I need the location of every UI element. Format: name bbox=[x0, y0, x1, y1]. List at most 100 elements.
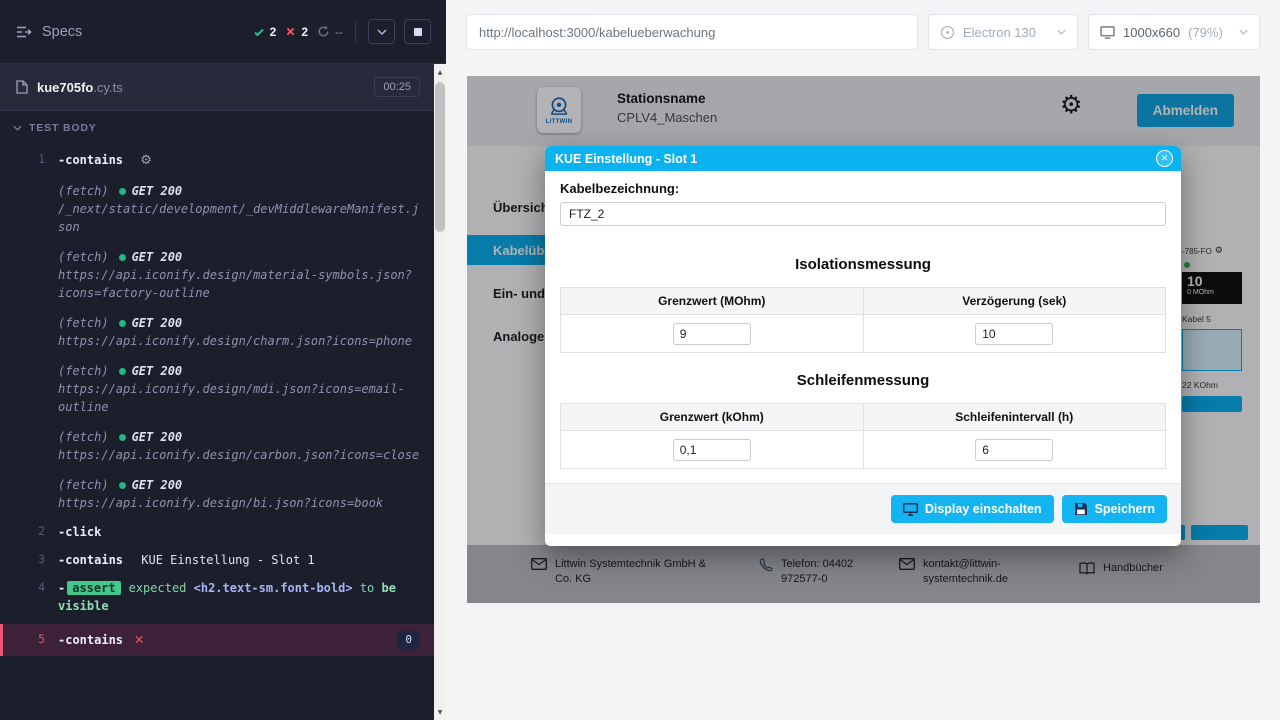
viewport-zoom: (79%) bbox=[1188, 25, 1223, 40]
assert-selector: <h2.text-sm.font-bold> bbox=[194, 581, 353, 595]
test-body-section[interactable]: TEST BODY bbox=[0, 111, 434, 144]
divider bbox=[355, 21, 356, 43]
fetch-url: https://api.iconify.design/bi.json?icons… bbox=[58, 494, 420, 512]
pending-stat: -- bbox=[317, 25, 343, 39]
stop-icon bbox=[414, 28, 422, 36]
browser-select[interactable]: Electron 130 bbox=[928, 14, 1078, 50]
scrollbar-thumb[interactable] bbox=[435, 82, 445, 232]
fetch-log-row[interactable]: (fetch)GET 200 https://api.iconify.desig… bbox=[0, 356, 434, 422]
status-dot-icon bbox=[119, 434, 126, 441]
element-count-badge: 0 bbox=[397, 631, 420, 649]
command-name: -contains bbox=[58, 153, 123, 167]
status-dot-icon bbox=[119, 320, 126, 327]
cypress-window: Specs 2 2 -- bbox=[0, 0, 1280, 720]
close-icon[interactable]: ✕ bbox=[1156, 150, 1173, 167]
fetch-badge: (fetch) bbox=[58, 478, 109, 492]
stop-run-button[interactable] bbox=[404, 19, 431, 44]
command-number: 4 bbox=[0, 579, 58, 596]
fetch-badge: (fetch) bbox=[58, 184, 109, 198]
command-row-contains-1[interactable]: 1 -contains ⚙ bbox=[0, 146, 434, 176]
fetch-log-row[interactable]: (fetch) GET 200 https://api.iconify.desig… bbox=[0, 470, 434, 518]
reporter-header: Specs 2 2 -- bbox=[0, 0, 446, 64]
command-number: 1 bbox=[0, 151, 58, 168]
viewport-select[interactable]: 1000x660 (79%) bbox=[1088, 14, 1260, 50]
chevron-down-icon bbox=[1239, 29, 1248, 35]
chevron-down-icon bbox=[1057, 29, 1066, 35]
column-header: Schleifenintervall (h) bbox=[863, 404, 1166, 431]
browser-name: Electron 130 bbox=[963, 25, 1036, 40]
stage-topbar: Electron 130 1000x660 (79%) bbox=[446, 0, 1280, 64]
spec-duration-badge: 00:25 bbox=[374, 77, 420, 97]
passed-stat: 2 bbox=[253, 25, 277, 39]
fetch-status: GET 200 bbox=[132, 478, 183, 492]
gear-icon: ⚙ bbox=[140, 153, 152, 168]
command-name: -click bbox=[58, 525, 101, 539]
command-row-contains-2[interactable]: 3 -contains KUE Einstellung - Slot 1 bbox=[0, 546, 434, 574]
save-label: Speichern bbox=[1095, 502, 1155, 516]
fetch-log-row[interactable]: (fetch)GET 200 https://api.iconify.desig… bbox=[0, 308, 434, 356]
iso-limit-input[interactable] bbox=[673, 323, 751, 345]
assert-message: expected bbox=[129, 581, 187, 595]
pending-count: -- bbox=[335, 25, 343, 39]
command-row-assert[interactable]: 4 -assertexpected <h2.text-sm.font-bold>… bbox=[0, 574, 434, 620]
status-dot-icon bbox=[119, 188, 126, 195]
fetch-log-row[interactable]: (fetch) GET 200 /_next/static/development… bbox=[0, 176, 434, 242]
fetch-status: GET 200 bbox=[132, 364, 183, 378]
modal-title-bar: KUE Einstellung - Slot 1 ✕ bbox=[545, 146, 1181, 171]
isolation-table: Grenzwert (MOhm) Verzögerung (sek) bbox=[560, 287, 1166, 353]
spec-basename: kue705fo bbox=[37, 80, 93, 95]
modal-body: Kabelbezeichnung: Isolationsmessung Gren… bbox=[545, 171, 1181, 469]
fetch-url: https://api.iconify.design/mdi.json?icon… bbox=[58, 380, 420, 416]
iso-delay-input[interactable] bbox=[975, 323, 1053, 345]
fetch-url: https://api.iconify.design/charm.json?ic… bbox=[58, 332, 420, 350]
fetch-url: https://api.iconify.design/material-symb… bbox=[58, 266, 420, 302]
loop-table: Grenzwert (kOhm) Schleifenintervall (h) bbox=[560, 403, 1166, 469]
spec-name: kue705fo.cy.ts bbox=[37, 80, 123, 95]
column-header: Verzögerung (sek) bbox=[863, 288, 1166, 315]
column-header: Grenzwert (MOhm) bbox=[561, 288, 864, 315]
cable-name-input[interactable] bbox=[560, 202, 1166, 226]
command-argument: KUE Einstellung - Slot 1 bbox=[141, 553, 314, 567]
fetch-url: /_next/static/development/_devMiddleware… bbox=[58, 200, 420, 236]
specs-nav[interactable]: Specs bbox=[16, 24, 82, 40]
spec-file-row[interactable]: kue705fo.cy.ts 00:25 bbox=[0, 64, 434, 111]
modal-footer: Display einschalten Speichern bbox=[545, 483, 1181, 534]
fetch-status: GET 200 bbox=[132, 250, 183, 264]
url-bar[interactable] bbox=[466, 14, 918, 50]
command-dash: - bbox=[58, 581, 65, 595]
fetch-badge: (fetch) bbox=[58, 250, 109, 264]
status-dot-icon bbox=[119, 482, 126, 489]
save-floppy-icon bbox=[1074, 502, 1088, 516]
command-row-click[interactable]: 2 -click bbox=[0, 518, 434, 546]
viewport-size: 1000x660 bbox=[1123, 25, 1180, 40]
fetch-log-row[interactable]: (fetch)GET 200 https://api.iconify.desig… bbox=[0, 422, 434, 470]
fetch-status: GET 200 bbox=[132, 316, 183, 330]
display-on-label: Display einschalten bbox=[925, 502, 1042, 516]
url-input[interactable] bbox=[479, 25, 905, 40]
refresh-icon bbox=[317, 25, 330, 38]
command-number: 2 bbox=[0, 523, 58, 540]
chevron-down-icon bbox=[377, 29, 387, 35]
modal-bottom-padding bbox=[545, 534, 1181, 546]
loop-interval-input[interactable] bbox=[975, 439, 1053, 461]
scroll-down-arrow[interactable]: ▼ bbox=[434, 706, 446, 718]
fetch-status: GET 200 bbox=[132, 184, 183, 198]
kue-settings-modal: KUE Einstellung - Slot 1 ✕ Kabelbezeichn… bbox=[545, 146, 1181, 546]
command-row-contains-failed[interactable]: 5 -contains ✕ 0 bbox=[0, 624, 434, 657]
command-name: -contains bbox=[58, 631, 123, 649]
section-label: TEST BODY bbox=[29, 122, 97, 134]
scroll-up-arrow[interactable]: ▲ bbox=[434, 66, 446, 78]
command-number: 3 bbox=[0, 551, 58, 568]
fetch-url: https://api.iconify.design/carbon.json?i… bbox=[58, 446, 420, 464]
reporter-scrollbar[interactable]: ▲ ▼ bbox=[434, 64, 446, 720]
assert-message: to bbox=[360, 581, 374, 595]
command-name: -contains bbox=[58, 553, 123, 567]
viewport-icon bbox=[1100, 26, 1115, 39]
save-button[interactable]: Speichern bbox=[1062, 495, 1167, 523]
display-on-button[interactable]: Display einschalten bbox=[891, 495, 1054, 523]
electron-icon bbox=[940, 25, 955, 40]
fetch-log-row[interactable]: (fetch) GET 200 https://api.iconify.desig… bbox=[0, 242, 434, 308]
loop-limit-input[interactable] bbox=[673, 439, 751, 461]
fetch-status: GET 200 bbox=[132, 430, 183, 444]
collapse-all-button[interactable] bbox=[368, 19, 395, 44]
